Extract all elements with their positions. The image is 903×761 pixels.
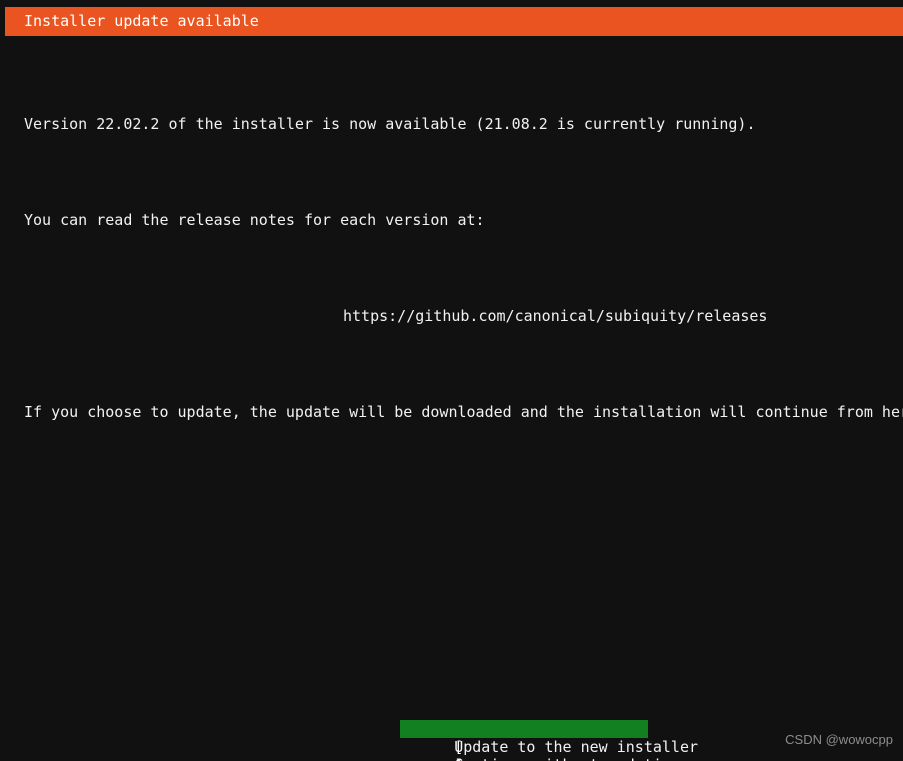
body-line-update-info: If you choose to update, the update will… xyxy=(24,403,903,421)
continue-without-updating-button[interactable]: [ Continue without updating ] xyxy=(400,720,680,761)
back-button[interactable]: [ Back ] xyxy=(400,738,648,761)
watermark: CSDN @wowocpp xyxy=(785,732,893,747)
button-group: [ Update to the new installer ] [ Contin… xyxy=(400,702,698,761)
update-to-new-installer-button[interactable]: [ Update to the new installer ] xyxy=(400,702,698,761)
page-title: Installer update available xyxy=(24,12,259,30)
body-line-release-notes: You can read the release notes for each … xyxy=(24,211,485,229)
installer-screen: Installer update available Version 22.02… xyxy=(0,0,903,761)
release-notes-url[interactable]: https://github.com/canonical/subiquity/r… xyxy=(24,300,884,332)
header-bar: Installer update available xyxy=(5,7,903,36)
bracket-open-icon: [ xyxy=(454,756,470,761)
body-line-version: Version 22.02.2 of the installer is now … xyxy=(24,115,756,133)
button-label: Continue without updating xyxy=(454,756,680,761)
body-text: Version 22.02.2 of the installer is now … xyxy=(24,44,903,492)
